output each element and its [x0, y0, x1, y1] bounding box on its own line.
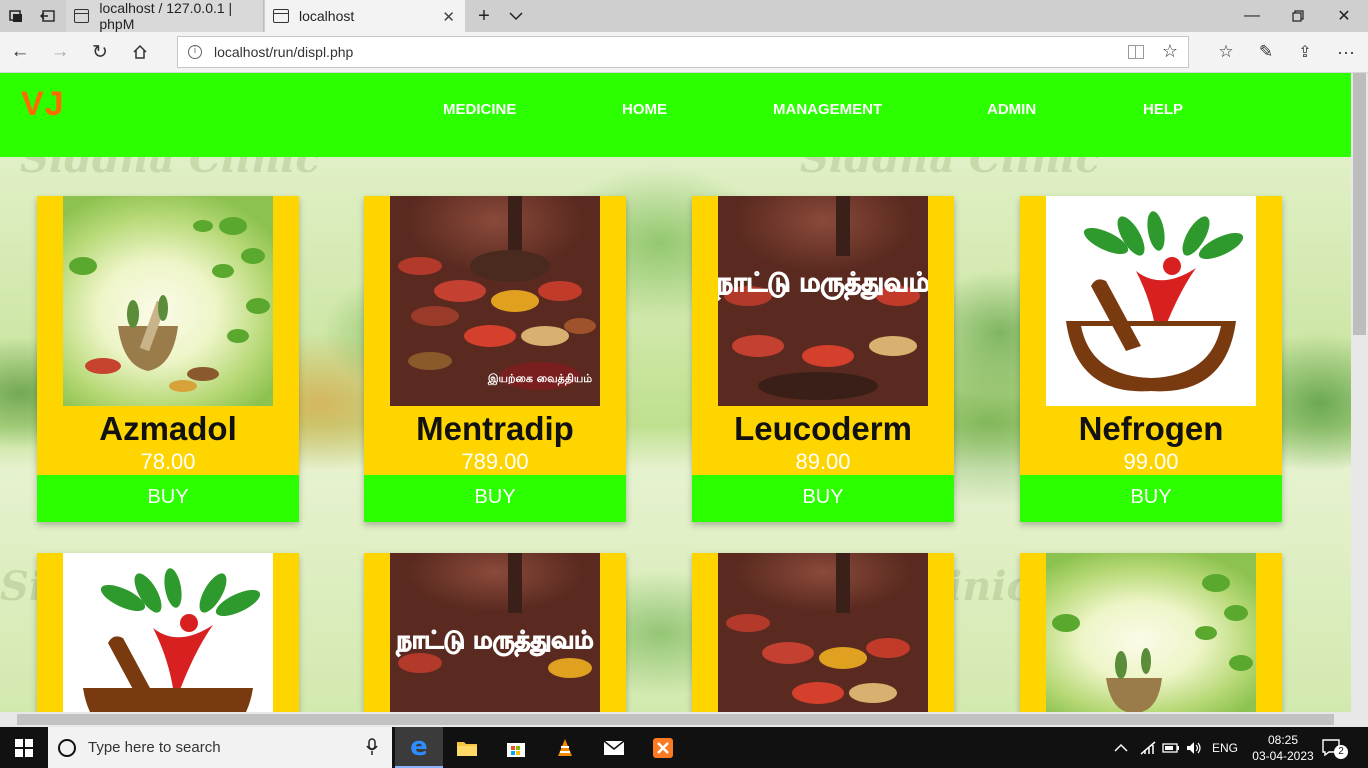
vlc-icon[interactable] — [541, 727, 589, 768]
nav-admin[interactable]: ADMIN — [987, 101, 1036, 118]
mail-icon[interactable] — [590, 727, 638, 768]
home-icon[interactable] — [124, 36, 156, 68]
store-icon[interactable] — [492, 727, 540, 768]
web-note-icon[interactable]: ✎ — [1250, 36, 1282, 68]
horizontal-scroll-thumb[interactable] — [17, 714, 1334, 725]
close-tab-icon[interactable]: ✕ — [442, 8, 455, 26]
product-name: Leucoderm — [734, 410, 912, 447]
product-card: இயற்கை வைத்தியம் Mentradip 789.00 BUY — [364, 196, 626, 522]
forward-icon[interactable]: → — [44, 36, 76, 68]
tab-actions-icon[interactable] — [0, 0, 32, 32]
nav-help[interactable]: HELP — [1143, 101, 1183, 118]
site-logo[interactable]: VJ — [21, 85, 65, 124]
clock-date: 03-04-2023 — [1252, 748, 1314, 763]
file-explorer-icon[interactable] — [443, 727, 491, 768]
buy-button[interactable]: BUY — [692, 475, 954, 522]
product-image: நாட்டு மருத்துவம் — [718, 196, 928, 406]
tamil-overlay: நாட்டு மருத்துவம் — [718, 268, 928, 300]
product-name: Azmadol — [99, 410, 237, 447]
browser-toolbar: ← → ↻ i localhost/run/displ.php ☆ ☆ ✎ ⇪ … — [0, 32, 1368, 73]
vertical-scrollbar[interactable] — [1351, 73, 1368, 712]
tab-phpmyadmin[interactable]: localhost / 127.0.0.1 | phpM — [66, 0, 264, 32]
nav-home[interactable]: HOME — [622, 101, 667, 118]
set-tabs-aside-icon[interactable] — [32, 0, 64, 32]
product-image: இயற்கை வைத்தியம் — [390, 196, 600, 406]
tab-title: localhost / 127.0.0.1 | phpM — [99, 0, 233, 32]
language-indicator[interactable]: ENG — [1212, 727, 1238, 768]
page-icon — [74, 9, 90, 23]
action-center-icon[interactable]: 2 — [1322, 727, 1348, 768]
product-card — [1020, 553, 1282, 712]
clock[interactable]: 08:25 03-04-2023 — [1248, 727, 1318, 768]
volume-icon[interactable] — [1186, 727, 1202, 768]
back-icon[interactable]: ← — [4, 36, 36, 68]
clock-time: 08:25 — [1267, 732, 1299, 747]
product-image — [1046, 553, 1256, 712]
product-card — [37, 553, 299, 712]
product-card — [692, 553, 954, 712]
show-hidden-icons[interactable] — [1114, 727, 1128, 768]
product-image: நாட்டு மருத்துவம் — [390, 553, 600, 712]
nav-medicine[interactable]: MEDICINE — [443, 101, 516, 118]
product-name: Mentradip — [416, 410, 574, 447]
product-card: Nefrogen 99.00 BUY — [1020, 196, 1282, 522]
nav-management[interactable]: MANAGEMENT — [773, 101, 882, 118]
scrollbar-corner — [1351, 712, 1368, 727]
buy-button[interactable]: BUY — [364, 475, 626, 522]
tamil-overlay: இயற்கை வைத்தியம் — [487, 372, 592, 386]
favorite-star-icon[interactable]: ☆ — [1162, 41, 1178, 62]
product-image — [1046, 196, 1256, 406]
battery-icon[interactable] — [1162, 727, 1180, 768]
product-image — [63, 196, 273, 406]
product-image — [718, 553, 928, 712]
product-card: Azmadol 78.00 BUY — [37, 196, 299, 522]
edge-browser-icon[interactable]: e — [395, 727, 443, 768]
network-icon[interactable] — [1140, 727, 1156, 768]
close-window-icon[interactable]: ✕ — [1321, 0, 1367, 32]
product-price: 789.00 — [461, 449, 529, 474]
notification-badge: 2 — [1334, 745, 1348, 759]
reading-view-icon[interactable] — [1128, 45, 1144, 59]
horizontal-scrollbar[interactable] — [0, 712, 1351, 727]
tab-title: localhost — [299, 8, 355, 24]
product-card: நாட்டு மருத்துவம் Leucoderm 89.00 BUY — [692, 196, 954, 522]
new-tab-icon[interactable]: + — [468, 0, 500, 32]
vertical-scroll-thumb[interactable] — [1353, 73, 1366, 335]
browser-tab-strip: localhost / 127.0.0.1 | phpM localhost ✕… — [0, 0, 1368, 32]
favorites-list-icon[interactable]: ☆ — [1210, 36, 1242, 68]
site-header: VJ MEDICINE HOME MANAGEMENT ADMIN HELP — [0, 73, 1351, 157]
page-icon — [273, 9, 289, 23]
product-price: 78.00 — [140, 449, 196, 474]
taskbar-search-box[interactable]: Type here to search — [48, 727, 392, 768]
cortana-icon — [58, 738, 76, 757]
tab-localhost[interactable]: localhost ✕ — [265, 0, 465, 32]
restore-icon[interactable] — [1275, 0, 1321, 32]
address-bar[interactable]: i localhost/run/displ.php ☆ — [177, 36, 1189, 68]
minimize-icon[interactable]: — — [1229, 0, 1275, 32]
tamil-overlay: நாட்டு மருத்துவம் — [395, 626, 593, 657]
more-icon[interactable]: ··· — [1330, 36, 1362, 68]
product-price: 99.00 — [1123, 449, 1179, 474]
product-image — [63, 553, 273, 712]
product-card: நாட்டு மருத்துவம் — [364, 553, 626, 712]
url-text: localhost/run/displ.php — [214, 44, 354, 60]
start-windows-icon[interactable] — [0, 727, 48, 768]
buy-button[interactable]: BUY — [37, 475, 299, 522]
tab-list-chevron-icon[interactable] — [500, 0, 532, 32]
product-name: Nefrogen — [1078, 410, 1224, 447]
page-viewport: Siddha Clinic Siddha Clinic Siddha Clini… — [0, 73, 1351, 712]
taskbar-search-placeholder: Type here to search — [88, 739, 221, 756]
site-info-icon[interactable]: i — [188, 45, 202, 59]
product-price: 89.00 — [795, 449, 851, 474]
microphone-icon[interactable] — [366, 738, 378, 761]
xampp-icon[interactable] — [639, 727, 687, 768]
share-icon[interactable]: ⇪ — [1289, 36, 1321, 68]
refresh-icon[interactable]: ↻ — [84, 36, 116, 68]
buy-button[interactable]: BUY — [1020, 475, 1282, 522]
taskbar: Type here to search e ENG 08:25 03-04-20… — [0, 727, 1368, 768]
